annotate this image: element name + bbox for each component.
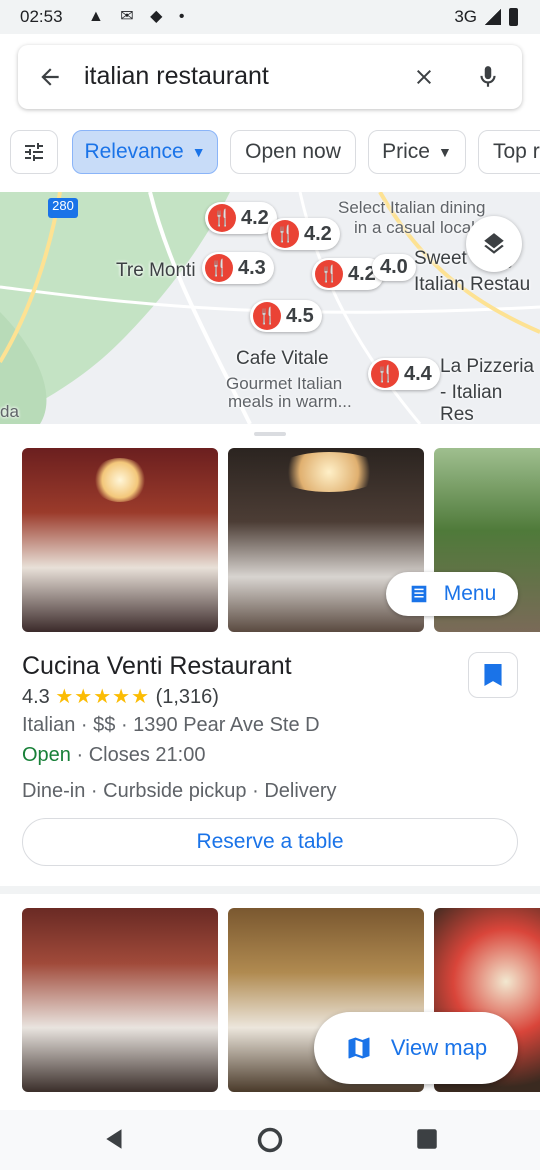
- star-rating-icon: ★★★★★: [55, 686, 151, 708]
- menu-button[interactable]: Menu: [386, 572, 518, 616]
- drag-handle[interactable]: [254, 432, 286, 436]
- view-map-button[interactable]: View map: [314, 1012, 518, 1084]
- status-time: 02:53: [20, 7, 63, 26]
- highway-shield: 280: [48, 198, 78, 218]
- rating-row: 4.3 ★★★★★ (1,316): [22, 684, 219, 709]
- nav-back-icon[interactable]: [102, 1126, 128, 1152]
- map-pin[interactable]: 4.0: [372, 254, 416, 281]
- system-nav-bar: [0, 1110, 540, 1170]
- signal-icon: [485, 9, 501, 25]
- tune-icon: [25, 143, 43, 161]
- bookmark-icon: [484, 664, 502, 686]
- map-pin[interactable]: 🍴 4.3: [202, 252, 274, 284]
- restaurant-icon: 🍴: [371, 360, 399, 388]
- map-pin[interactable]: 🍴 4.2: [268, 218, 340, 250]
- restaurant-icon: 🍴: [271, 220, 299, 248]
- review-count: (1,316): [155, 686, 219, 708]
- map-icon: [348, 1037, 370, 1059]
- restaurant-photo[interactable]: [22, 448, 218, 632]
- battery-icon: [509, 8, 518, 26]
- filter-chips: Relevance ▼ Open now Price ▼ Top r: [0, 130, 540, 178]
- map-view[interactable]: 280 Select Italian dining in a casual lo…: [0, 192, 540, 424]
- hours-row: Open · Closes 21:00: [22, 744, 205, 767]
- back-arrow-icon: [41, 68, 59, 86]
- status-bar: 02:53 ▲ ✉ ◆ • 3G: [0, 0, 540, 34]
- nav-home-icon[interactable]: [256, 1126, 284, 1154]
- chip-open-now[interactable]: Open now: [230, 130, 356, 174]
- rating-value: 4.3: [22, 686, 50, 708]
- closing-time: · Closes 21:00: [70, 744, 206, 766]
- dropdown-arrow-icon: ▼: [191, 144, 206, 160]
- restaurant-details: Italian · $$ · 1390 Pear Ave Ste D: [22, 714, 320, 736]
- menu-book-icon: [411, 585, 427, 603]
- clear-button[interactable]: [406, 59, 442, 95]
- search-bar: italian restaurant: [18, 45, 522, 109]
- close-icon: [417, 70, 431, 84]
- service-options: Dine-in · Curbside pickup · Delivery: [22, 780, 337, 802]
- restaurant-icon: 🍴: [253, 302, 281, 330]
- layers-button[interactable]: [466, 216, 522, 272]
- nav-recents-icon[interactable]: [414, 1126, 440, 1152]
- chip-price[interactable]: Price ▼: [368, 130, 466, 174]
- restaurant-name[interactable]: Cucina Venti Restaurant: [22, 652, 292, 681]
- back-button[interactable]: [32, 59, 68, 95]
- notification-icons: ▲ ✉ ◆ •: [88, 8, 191, 25]
- reserve-table-button[interactable]: Reserve a table: [22, 818, 518, 866]
- network-type: 3G: [454, 7, 477, 26]
- filters-button[interactable]: [10, 130, 58, 174]
- restaurant-icon: 🍴: [315, 260, 343, 288]
- map-pin[interactable]: 🍴 4.5: [250, 300, 322, 332]
- restaurant-icon: 🍴: [208, 204, 236, 232]
- voice-search-button[interactable]: [470, 59, 506, 95]
- map-pin[interactable]: 🍴 4.4: [368, 358, 440, 390]
- chip-relevance[interactable]: Relevance ▼: [72, 130, 218, 174]
- save-button[interactable]: [468, 652, 518, 698]
- search-input[interactable]: italian restaurant: [84, 62, 269, 91]
- chip-top-rated[interactable]: Top r: [478, 130, 540, 174]
- restaurant-photo[interactable]: [22, 908, 218, 1092]
- layers-icon: [484, 233, 504, 254]
- dropdown-arrow-icon: ▼: [438, 144, 452, 160]
- open-status: Open: [22, 744, 71, 766]
- restaurant-icon: 🍴: [205, 254, 233, 282]
- section-divider: [0, 886, 540, 894]
- map-pin[interactable]: 🍴 4.2: [205, 202, 277, 234]
- microphone-icon: [480, 66, 496, 87]
